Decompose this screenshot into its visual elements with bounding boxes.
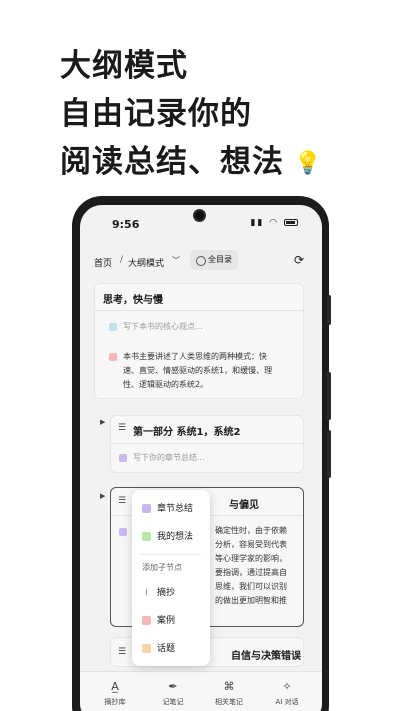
text-icon: A̲ — [111, 680, 119, 693]
headline-line-3: 阅读总结、想法 💡 — [60, 138, 322, 186]
chapter-title: 自信与决策错误 — [231, 651, 301, 662]
chapter-title: 第一部分 系统1，系统2 — [133, 427, 241, 438]
signal-icon: ▮▮ — [250, 218, 265, 228]
chapter-summary-input[interactable]: 写下你的章节总结... — [133, 451, 205, 465]
book-card[interactable]: 思考，快与慢 写下本书的核心观点... 本书主要讲述了人类思维的两种模式：快 速… — [94, 283, 304, 399]
status-icons: ▮▮ ◠ — [250, 218, 298, 228]
core-point-input[interactable]: 写下本书的核心观点... — [123, 320, 203, 334]
phone-side-button — [327, 295, 331, 325]
topic-tag-icon — [142, 644, 151, 653]
sparkle-icon: ✧ — [282, 680, 292, 693]
headline-line-1: 大纲模式 — [56, 42, 322, 90]
quote-icon: | — [145, 589, 148, 596]
breadcrumb: 首页 / 大纲模式 ﹀ 全目录 ⟳ — [80, 249, 322, 273]
book-title: 思考，快与慢 — [103, 295, 163, 306]
feather-icon: ✒ — [168, 680, 178, 693]
outline-icon: ☰ — [118, 423, 127, 433]
promo-headline: 大纲模式 自由记录你的 阅读总结、想法 💡 — [56, 42, 322, 186]
bottom-tab-bar: A̲ 摘抄库 ✒ 记笔记 ⌘ 相关笔记 ✧ AI 对话 — [80, 671, 322, 711]
notes-icon: ⌘ — [223, 680, 235, 693]
expand-arrow-icon[interactable]: ▶ — [100, 492, 105, 500]
menu-item-topic[interactable]: 话题 — [142, 642, 175, 656]
menu-item-chapter-summary[interactable]: 章节总结 — [142, 502, 193, 516]
breadcrumb-home[interactable]: 首页 — [94, 256, 112, 269]
outline-icon: ☰ — [118, 496, 127, 506]
chapter-title: 与偏见 — [229, 500, 259, 511]
outline-icon: ☰ — [118, 647, 127, 657]
case-tag-icon — [142, 616, 151, 625]
menu-section-label: 添加子节点 — [142, 563, 182, 572]
idea-tag-icon — [142, 532, 151, 541]
front-camera — [193, 209, 206, 222]
wifi-icon: ◠ — [269, 218, 280, 228]
summary-tag-icon — [119, 454, 127, 462]
chapter-card[interactable]: ☰ 第一部分 系统1，系统2 写下你的章节总结... — [110, 415, 304, 473]
tab-related-notes[interactable]: ⌘ 相关笔记 — [204, 680, 254, 707]
divider — [111, 443, 303, 444]
phone-side-button — [327, 372, 331, 420]
refresh-icon[interactable]: ⟳ — [294, 253, 304, 267]
menu-item-excerpt[interactable]: | 摘抄 — [142, 586, 175, 600]
chevron-down-icon[interactable]: ﹀ — [172, 255, 180, 266]
note-tag-icon — [109, 323, 117, 331]
tab-ai-chat[interactable]: ✧ AI 对话 — [262, 680, 312, 707]
lightbulb-icon: 💡 — [294, 150, 323, 176]
status-time: 9:56 — [112, 218, 140, 231]
book-summary[interactable]: 本书主要讲述了人类思维的两种模式：快 速、直觉、情感驱动的系统1，和缓慢、理 性… — [123, 350, 303, 392]
tab-take-notes[interactable]: ✒ 记笔记 — [148, 680, 198, 707]
divider — [95, 310, 303, 311]
expand-arrow-icon[interactable]: ▶ — [100, 418, 105, 426]
menu-item-case[interactable]: 案例 — [142, 614, 175, 628]
battery-icon — [284, 219, 298, 226]
summary-tag-icon — [119, 528, 127, 536]
summary-tag-icon — [142, 504, 151, 513]
menu-divider — [140, 554, 202, 555]
phone-side-button — [327, 430, 331, 478]
chapter-summary-text[interactable]: 确定性时，由于依赖 分析，容易受到代表 等心理学家的影响， 要指调，通过提高自 … — [215, 524, 303, 608]
add-node-menu: 章节总结 我的想法 添加子节点 | 摘抄 案例 话题 — [132, 490, 210, 666]
tab-excerpts[interactable]: A̲ 摘抄库 — [90, 680, 140, 707]
mode-selector[interactable]: 大纲模式 — [128, 256, 164, 269]
menu-item-my-idea[interactable]: 我的想法 — [142, 530, 193, 544]
headline-line-2: 自由记录你的 — [60, 96, 252, 132]
toc-button[interactable]: 全目录 — [190, 250, 238, 270]
breadcrumb-separator: / — [120, 255, 124, 265]
summary-tag-icon — [109, 353, 117, 361]
